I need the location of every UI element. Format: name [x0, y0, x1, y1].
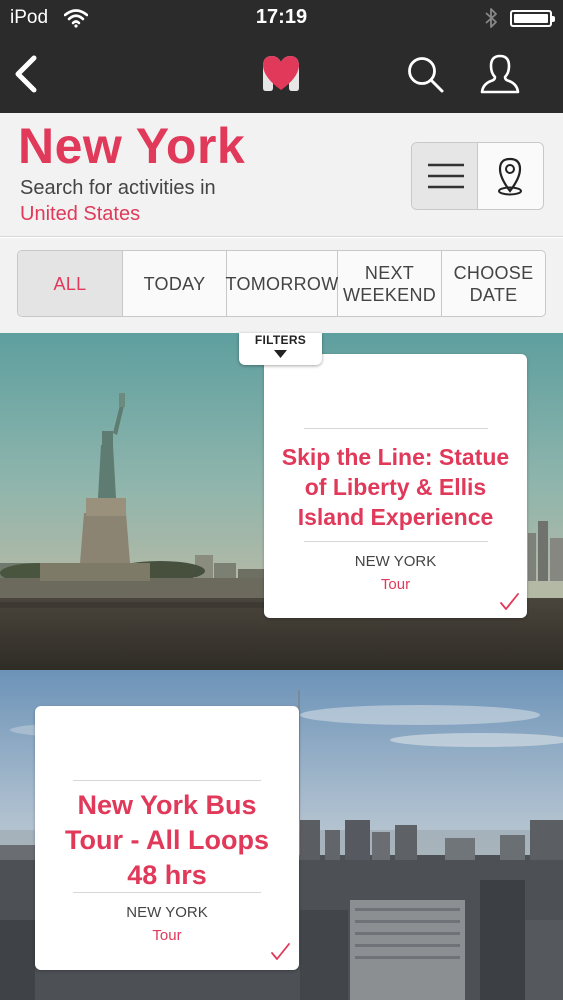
date-option-tomorrow[interactable]: TOMORROW	[225, 251, 339, 316]
map-pin-icon	[498, 157, 522, 196]
date-option-label: WEEKEND	[342, 284, 437, 305]
battery-icon	[510, 10, 555, 27]
divider	[304, 541, 488, 542]
activity-category: Tour	[152, 927, 182, 944]
clock: 17:19	[255, 6, 308, 28]
date-option-label: DATE	[469, 284, 518, 305]
checkmark-icon[interactable]	[269, 942, 291, 962]
date-option-next-weekend[interactable]: NEXT WEEKEND	[338, 251, 442, 316]
date-option-label: TODAY	[143, 273, 206, 294]
page-subtitle: Search for activities in	[20, 177, 216, 199]
activity-card[interactable]: New York Bus Tour - All Loops 48 hrs NEW…	[35, 706, 299, 970]
account-button[interactable]	[478, 52, 522, 96]
list-icon	[428, 163, 464, 189]
city-header: New York Search for activities in United…	[0, 113, 563, 237]
heart-logo-icon[interactable]	[260, 54, 302, 92]
date-option-choose-date[interactable]: CHOOSE DATE	[442, 251, 545, 316]
checkmark-icon[interactable]	[498, 592, 520, 612]
page-title: New York	[18, 118, 246, 174]
list-view-button[interactable]	[412, 143, 478, 209]
filters-button[interactable]: FILTERS	[239, 333, 322, 365]
activity-category: Tour	[380, 576, 411, 593]
country-link[interactable]: United States	[20, 203, 140, 226]
date-segmented-control: ALL TODAY TOMORROW NEXT WEEKEND CHOOSE D…	[17, 250, 546, 317]
search-icon	[408, 57, 444, 93]
date-option-label: TOMORROW	[225, 273, 339, 294]
activity-title: Skip the Line: Statue of Liberty & Ellis…	[281, 444, 510, 530]
chevron-left-icon	[15, 55, 37, 93]
bluetooth-icon	[485, 8, 497, 28]
search-button[interactable]	[404, 54, 446, 96]
divider	[73, 780, 261, 781]
status-bar: iPod 17:19	[0, 0, 563, 36]
caret-down-icon	[274, 350, 287, 358]
activity-tile[interactable]: Skip the Line: Statue of Liberty & Ellis…	[0, 333, 563, 670]
date-option-label: ALL	[53, 273, 87, 294]
divider	[73, 892, 261, 893]
date-option-all[interactable]: ALL	[18, 251, 123, 316]
map-view-button[interactable]	[478, 143, 543, 209]
back-button[interactable]	[8, 52, 48, 96]
date-option-label: CHOOSE	[453, 262, 534, 283]
date-option-label: NEXT	[364, 262, 415, 283]
date-filter-bar: ALL TODAY TOMORROW NEXT WEEKEND CHOOSE D…	[0, 238, 563, 333]
nav-bar	[0, 36, 563, 113]
divider	[304, 428, 488, 429]
activity-tile[interactable]: New York Bus Tour - All Loops 48 hrs NEW…	[0, 670, 563, 1000]
activity-card[interactable]: Skip the Line: Statue of Liberty & Ellis…	[264, 354, 527, 618]
user-icon	[480, 54, 520, 94]
date-option-today[interactable]: TODAY	[123, 251, 227, 316]
filters-label: FILTERS	[254, 333, 307, 347]
view-toggle	[411, 142, 544, 210]
activity-location: NEW YORK	[126, 904, 208, 921]
activity-title: New York Bus Tour - All Loops 48 hrs	[65, 790, 269, 890]
activity-location: NEW YORK	[354, 553, 437, 570]
